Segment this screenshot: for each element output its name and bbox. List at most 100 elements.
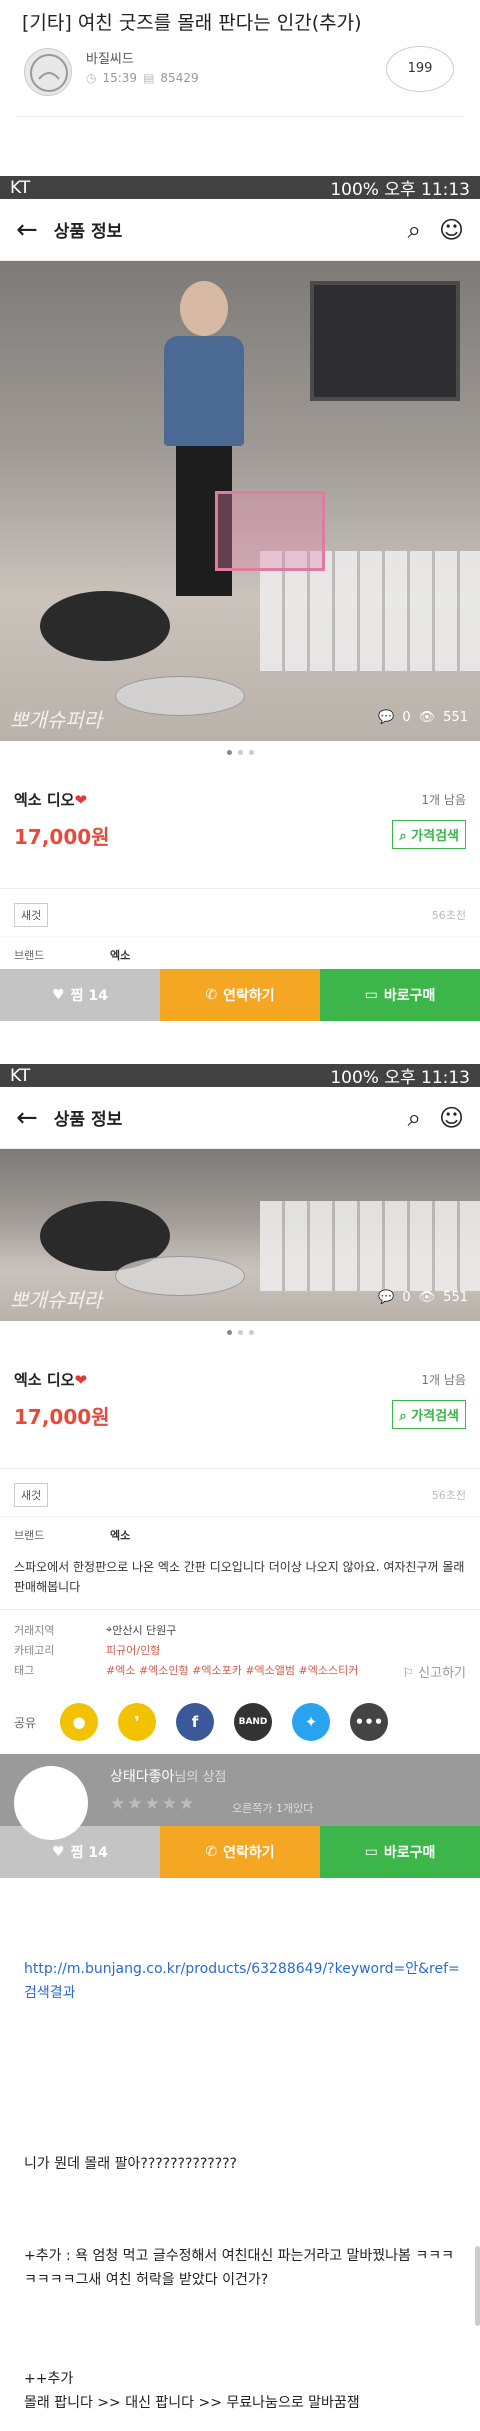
heart-icon: ❤ — [74, 791, 88, 809]
chat-icon: ✆ — [205, 987, 218, 1003]
post-meta: ◷ 15:39 ▤ 85429 — [86, 71, 199, 85]
condition-row: 새것 56초전 — [0, 889, 480, 937]
photo-stats: 💬 0 👁 551 — [378, 710, 468, 725]
status-bar: KT 100% 오후 11:13 — [0, 176, 480, 200]
shop-avatar — [14, 1766, 88, 1840]
brand-key: 브랜드 — [14, 1529, 45, 1542]
kakaotalk-icon[interactable]: ● — [60, 1703, 98, 1741]
product-photo[interactable]: 뽀개슈퍼라 💬 0 👁 551 — [0, 261, 480, 741]
screenshot-2: KT 100% 오후 11:13 ← 상품 정보 ⌕ ☺ 뽀개슈퍼라 💬 0 👁… — [0, 1064, 480, 1878]
app-bar: ← 상품 정보 ⌕ ☺ — [0, 1087, 480, 1149]
search-icon[interactable]: ⌕ — [408, 216, 421, 244]
body-addition-2-title: ++추가 — [24, 2371, 74, 2387]
photo-comment-count: 0 — [402, 710, 411, 725]
heart-icon: ❤ — [74, 1371, 88, 1389]
search-icon[interactable]: ⌕ — [408, 1104, 421, 1132]
contact-button[interactable]: ✆ 연락하기 — [160, 969, 320, 1021]
carousel-dots[interactable] — [0, 1321, 480, 1343]
share-row: 공유 ● ❜ f BAND ✦ ••• — [0, 1690, 480, 1754]
post-time: 15:39 — [102, 71, 138, 85]
tags-value[interactable]: #엑소 #엑소인형 #엑소포카 #엑소앨범 #엑소스티커 — [106, 1662, 358, 1678]
stand-base-shape — [115, 1256, 245, 1296]
condition-tag: 새것 — [14, 903, 49, 927]
shop-count: 오른쪽가 1개있다 — [232, 1802, 314, 1815]
product-photo[interactable]: 뽀개슈퍼라 💬 0 👁 551 — [0, 1149, 480, 1321]
time-ago: 56초전 — [431, 909, 466, 922]
photo-watermark: 뽀개슈퍼라 — [10, 708, 102, 732]
divider — [16, 116, 464, 117]
band-icon[interactable]: BAND — [234, 1703, 272, 1741]
body-addition-2: 몰래 팝니다 >> 대신 팝니다 >> 무료나눔으로 말바꿈잼 — [24, 2395, 360, 2411]
views-icon: ▤ — [143, 71, 155, 85]
price-search-button[interactable]: ⌕ 가격검색 — [392, 820, 466, 849]
brand-value: 엑소 — [110, 1529, 131, 1542]
product-description: 스파오에서 한정판으로 나온 엑소 간판 디오입니다 더이상 나오지 않아요. … — [0, 1549, 480, 1610]
back-arrow-icon[interactable]: ← — [16, 1103, 38, 1133]
back-arrow-icon[interactable]: ← — [16, 215, 38, 245]
eye-icon: 👁 — [418, 1290, 436, 1305]
profile-icon[interactable]: ☺ — [439, 216, 464, 244]
app-title: 상품 정보 — [53, 222, 123, 242]
shop-name: 상태다좋아 — [110, 1769, 175, 1785]
monitor-shape — [310, 281, 460, 401]
region-key: 거래지역 — [14, 1624, 55, 1637]
status-right: 100% 오후 11:13 — [330, 1068, 470, 1088]
category-value[interactable]: 피규어/인형 — [106, 1642, 160, 1658]
photo-view-count: 551 — [443, 710, 468, 725]
status-right: 100% 오후 11:13 — [330, 180, 470, 200]
brand-row: 브랜드 엑소 — [0, 937, 480, 969]
brand-key: 브랜드 — [14, 949, 45, 962]
product-price: 17,000원 — [14, 1405, 110, 1429]
app-title: 상품 정보 — [53, 1110, 123, 1130]
wallet-icon: ▭ — [364, 987, 378, 1003]
clock-icon: ◷ — [86, 71, 97, 85]
heart-icon: ♥ — [52, 987, 65, 1003]
keyboard-shape — [260, 1201, 480, 1291]
product-summary: 엑소 디오❤ 1개 남음 17,000원 ⌕ 가격검색 — [0, 763, 480, 889]
more-icon[interactable]: ••• — [350, 1703, 388, 1741]
share-label: 공유 — [14, 1715, 37, 1730]
kakaostory-icon[interactable]: ❜ — [118, 1703, 156, 1741]
twitter-icon[interactable]: ✦ — [292, 1703, 330, 1741]
product-details: 거래지역 ⌖ 안산시 단원구 카테고리 피규어/인형 태그 #엑소 #엑소인형 #엑소… — [0, 1610, 480, 1690]
photo-comment-count: 0 — [402, 1290, 411, 1305]
avatar-icon — [30, 54, 68, 92]
chat-icon: ✆ — [205, 1844, 218, 1860]
product-link[interactable]: http://m.bunjang.co.kr/products/63288649… — [24, 1957, 464, 2005]
shop-rating: ★★★★★ — [110, 1794, 197, 1814]
post-title: [기타] 여친 굿즈를 몰래 판다는 인간(추가) — [22, 12, 362, 34]
eye-icon: 👁 — [418, 710, 436, 725]
like-button[interactable]: ♥ 찜 14 — [0, 1826, 160, 1878]
post-views: 85429 — [160, 71, 199, 85]
brand-row: 브랜드 엑소 — [0, 1517, 480, 1549]
contact-button[interactable]: ✆ 연락하기 — [160, 1826, 320, 1878]
product-name: 엑소 디오 — [14, 791, 75, 809]
buy-button[interactable]: ▭ 바로구매 — [320, 1826, 480, 1878]
author-avatar[interactable] — [24, 48, 72, 96]
scrollbar[interactable] — [475, 2246, 480, 2326]
shop-banner[interactable]: 상태다좋아님의 상점 ★★★★★ 오른쪽가 1개있다 — [0, 1754, 480, 1840]
facebook-icon[interactable]: f — [176, 1703, 214, 1741]
search-icon: ⌕ — [399, 829, 412, 844]
brand-value: 엑소 — [110, 949, 131, 962]
product-summary: 엑소 디오❤ 1개 남음 17,000원 ⌕ 가격검색 — [0, 1343, 480, 1469]
report-button[interactable]: ⚐ 신고하기 — [402, 1662, 466, 1681]
author-name[interactable]: 바질씨드 — [86, 48, 134, 67]
wallet-icon: ▭ — [364, 1844, 378, 1860]
basket-shape — [215, 491, 325, 571]
profile-icon[interactable]: ☺ — [439, 1104, 464, 1132]
photo-stats: 💬 0 👁 551 — [378, 1290, 468, 1305]
status-bar: KT 100% 오후 11:13 — [0, 1064, 480, 1088]
photo-view-count: 551 — [443, 1290, 468, 1305]
like-button[interactable]: ♥ 찜 14 — [0, 969, 160, 1021]
body-line-1: 니가 뭔데 몰래 팔아????????????? — [24, 2156, 237, 2172]
comment-count-button[interactable]: 199 — [386, 46, 454, 92]
buy-button[interactable]: ▭ 바로구매 — [320, 969, 480, 1021]
shop-suffix: 님의 상점 — [174, 1770, 227, 1785]
carousel-dots[interactable] — [0, 741, 480, 763]
remaining-count: 1개 남음 — [421, 1373, 466, 1387]
heart-icon: ♥ — [52, 1844, 65, 1860]
price-search-button[interactable]: ⌕ 가격검색 — [392, 1400, 466, 1429]
product-price: 17,000원 — [14, 825, 110, 849]
condition-tag: 새것 — [14, 1483, 49, 1507]
